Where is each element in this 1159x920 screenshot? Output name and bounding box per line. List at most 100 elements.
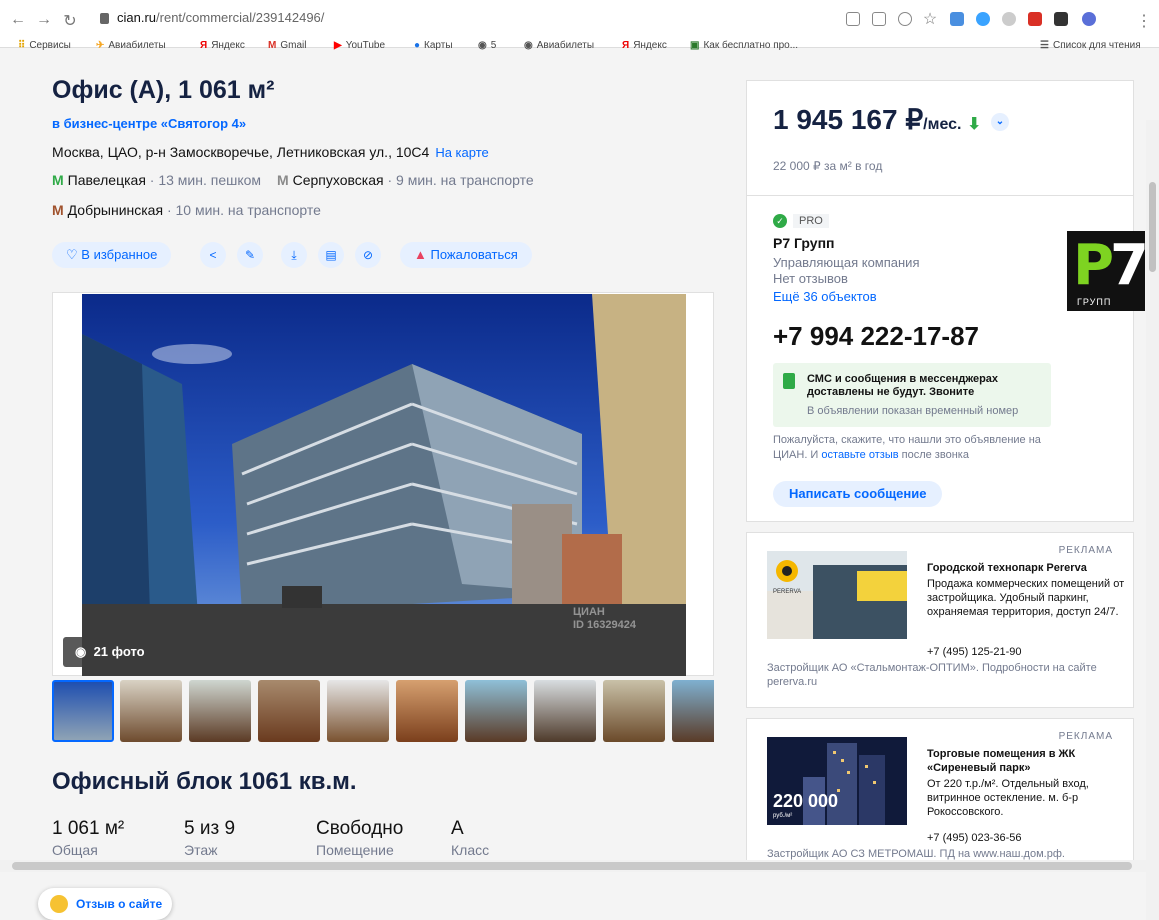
- ad-text: От 220 т.р./м². Отдельный вход, витринно…: [927, 778, 1089, 818]
- residential-complex-image: 220 000 руб./м²: [767, 737, 907, 825]
- report-button[interactable]: ▲ Пожаловаться: [400, 242, 532, 268]
- map-link[interactable]: На карте: [435, 145, 488, 160]
- metro-station: M Добрынинская · 10 мин. на транспорте: [52, 202, 321, 218]
- plane-icon: ✈: [96, 40, 105, 51]
- thumbnail[interactable]: [672, 680, 714, 742]
- bookmark-services[interactable]: ⠿ Сервисы: [18, 40, 71, 51]
- price: 1 945 167 ₽/мес. ⬇ ⌄: [773, 103, 1009, 136]
- apps-icon: ⠿: [18, 40, 26, 51]
- bookmark-yandex-2[interactable]: Я Яндекс: [622, 40, 667, 51]
- page-content: Офис (А), 1 061 м² в бизнес-центре «Свят…: [0, 60, 1159, 920]
- zoom-icon[interactable]: [898, 12, 912, 26]
- reading-list[interactable]: ☰ Список для чтения: [1040, 40, 1141, 51]
- photo-gallery[interactable]: ЦИАН ID 16329424 ◉ 21 фото: [52, 292, 714, 676]
- ad-footer: Застройщик АО «Стальмонтаж-ОПТИМ». Подро…: [767, 662, 1097, 688]
- ad-badge-price: 220 000: [773, 791, 838, 811]
- site-feedback-button[interactable]: Отзыв о сайте: [38, 888, 172, 920]
- more-objects-link[interactable]: Ещё 36 объектов: [773, 289, 877, 304]
- bookmark-aviabilety-2[interactable]: ◉ Авиабилеты: [524, 40, 594, 51]
- bookmark-gmail[interactable]: M Gmail: [268, 40, 306, 51]
- phone-number[interactable]: +7 994 222-17-87: [773, 321, 979, 352]
- scrollbar-thumb[interactable]: [12, 862, 1132, 870]
- translate-extension-icon[interactable]: [950, 12, 964, 26]
- ad-card[interactable]: РЕКЛАМА 220 000 руб./м² Торговые помещен…: [746, 718, 1134, 868]
- thumbnail[interactable]: [120, 680, 182, 742]
- offer-card: 1 945 167 ₽/мес. ⬇ ⌄ 22 000 ₽ за м² в год …: [746, 80, 1145, 522]
- ad-image[interactable]: PERERVA: [767, 551, 907, 639]
- globe-icon: ◉: [524, 40, 533, 51]
- sms-notice: СМС и сообщения в мессенджерах доставлен…: [773, 363, 1051, 427]
- feature-premises: Свободно Помещение: [316, 818, 404, 858]
- agency-logo[interactable]: P7 ГРУПП: [1067, 231, 1145, 311]
- youtube-icon: ▶: [334, 40, 342, 51]
- main-photo[interactable]: ЦИАН ID 16329424: [82, 294, 686, 676]
- ad-label: РЕКЛАМА: [1058, 731, 1113, 742]
- thumbnail[interactable]: [258, 680, 320, 742]
- section-title: Офисный блок 1061 кв.м.: [52, 768, 357, 795]
- ad-image[interactable]: 220 000 руб./м²: [767, 737, 907, 825]
- reload-icon[interactable]: ↻: [62, 11, 78, 31]
- thumbnail[interactable]: [396, 680, 458, 742]
- download-icon[interactable]: ⤓: [281, 242, 307, 268]
- bookmark-aviabilety[interactable]: ✈ Авиабилеты: [96, 40, 166, 51]
- profile-icon[interactable]: [1082, 12, 1096, 26]
- metro-name[interactable]: Добрынинская: [68, 202, 163, 218]
- page-title: Офис (А), 1 061 м²: [52, 76, 275, 104]
- ad-label: РЕКЛАМА: [1058, 545, 1113, 556]
- pro-badge: PRO: [793, 214, 829, 228]
- pdf-extension-icon[interactable]: [1028, 12, 1042, 26]
- thumbnail-strip: [52, 680, 714, 742]
- thumbnail[interactable]: [534, 680, 596, 742]
- metro-icon: M: [52, 172, 64, 188]
- extensions-icon[interactable]: [1054, 12, 1068, 26]
- thumbnail[interactable]: [465, 680, 527, 742]
- price-history-chevron-icon[interactable]: ⌄: [990, 112, 1009, 131]
- hide-icon[interactable]: ⊘: [355, 242, 381, 268]
- vpn-extension-icon[interactable]: [1002, 12, 1016, 26]
- ad-title: Городской технопарк Pererva: [927, 562, 1087, 574]
- write-message-button[interactable]: Написать сообщение: [773, 481, 943, 507]
- address-bar[interactable]: cian.ru/rent/commercial/239142496/: [100, 6, 800, 30]
- verified-icon: ✓: [773, 214, 787, 228]
- business-center-link[interactable]: в бизнес-центре «Святогор 4»: [52, 116, 246, 131]
- url-path: /rent/commercial/239142496/: [156, 10, 325, 25]
- qr-icon[interactable]: [872, 12, 886, 26]
- favorite-button[interactable]: ♡ В избранное: [52, 242, 172, 268]
- print-icon[interactable]: ▤: [318, 242, 344, 268]
- leave-review-link[interactable]: оставьте отзыв: [821, 449, 898, 461]
- metro-name[interactable]: Павелецкая: [68, 172, 146, 188]
- feature-area: 1 061 м² Общая: [52, 818, 125, 858]
- tab-search-icon[interactable]: [846, 12, 860, 26]
- mention-cian-text: Пожалуйста, скажите, что нашли это объяв…: [773, 434, 1041, 461]
- bookmarks-bar: ⠿ Сервисы ✈ Авиабилеты Я Яндекс M Gmail ▶ You…: [0, 36, 1159, 56]
- bookmark-how-to[interactable]: ▣ Как бесплатно про...: [690, 40, 798, 51]
- address-text: Москва, ЦАО, р-н Замоскворечье, Летников…: [52, 144, 430, 160]
- photo-watermark: ЦИАН ID 16329424: [573, 606, 636, 631]
- metro-name[interactable]: Серпуховская: [293, 172, 384, 188]
- ad-card[interactable]: РЕКЛАМА PERERVA Городской технопарк Pere…: [746, 532, 1134, 708]
- agency-name[interactable]: Р7 Групп: [773, 235, 834, 251]
- lock-icon: [100, 13, 109, 25]
- vertical-scrollbar[interactable]: [1146, 120, 1159, 920]
- bookmark-maps[interactable]: ● Карты: [414, 40, 453, 51]
- cloud-extension-icon[interactable]: [976, 12, 990, 26]
- ad-logo-text: PERERVA: [773, 589, 801, 595]
- thumbnail[interactable]: [189, 680, 251, 742]
- bookmark-youtube[interactable]: ▶ YouTube: [334, 40, 385, 51]
- back-icon[interactable]: ←: [10, 11, 26, 29]
- bookmark-5[interactable]: ◉ 5: [478, 40, 496, 51]
- bookmark-yandex[interactable]: Я Яндекс: [200, 40, 245, 51]
- photo-count-badge[interactable]: ◉ 21 фото: [63, 637, 157, 667]
- scrollbar-thumb[interactable]: [1149, 182, 1156, 272]
- horizontal-scrollbar[interactable]: [0, 860, 1159, 872]
- star-icon[interactable]: ☆: [922, 9, 938, 29]
- feature-floor: 5 из 9 Этаж: [184, 818, 236, 858]
- thumbnail[interactable]: [603, 680, 665, 742]
- divider: [747, 195, 1133, 196]
- menu-icon[interactable]: ⋮: [1136, 11, 1152, 31]
- edit-icon[interactable]: ✎: [237, 242, 263, 268]
- share-icon[interactable]: <: [200, 242, 226, 268]
- forward-icon[interactable]: →: [36, 11, 52, 29]
- thumbnail[interactable]: [52, 680, 114, 742]
- thumbnail[interactable]: [327, 680, 389, 742]
